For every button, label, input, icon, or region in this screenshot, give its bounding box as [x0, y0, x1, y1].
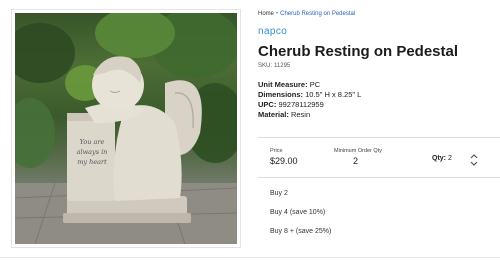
- product-info-panel: Home • Cherub Resting on Pedestal napco Ch…: [258, 0, 500, 261]
- chevron-up-icon[interactable]: [470, 154, 478, 159]
- breadcrumb-home-link[interactable]: Home: [258, 11, 274, 17]
- spec-row-upc: UPC: 99278112959: [258, 100, 361, 110]
- breadcrumb-current[interactable]: Cherub Resting on Pedestal: [280, 11, 355, 17]
- buy-box: Price $29.00 Minimum Order Qty 2 Qty: 2: [258, 137, 500, 178]
- divider: [0, 257, 500, 258]
- bulk-option[interactable]: Buy 4 (save 10%): [270, 209, 325, 216]
- inscription-line: my heart: [77, 158, 107, 166]
- spec-label: Unit Measure:: [258, 80, 308, 89]
- spec-label: Dimensions:: [258, 90, 304, 99]
- price-value: $29.00: [270, 156, 298, 166]
- spec-label: Material:: [258, 110, 289, 119]
- breadcrumb-separator: •: [276, 11, 279, 17]
- spec-value: PC: [309, 80, 321, 89]
- page-title: Cherub Resting on Pedestal: [258, 43, 459, 60]
- quantity-value[interactable]: 2: [448, 155, 452, 162]
- spec-value: 10.5" H x 8.25" L: [305, 90, 362, 99]
- min-order-qty-value: 2: [353, 156, 359, 166]
- inscription-line: You are: [79, 138, 105, 146]
- quantity-label: Qty:: [432, 155, 446, 162]
- spec-value: 99278112959: [278, 100, 324, 109]
- bulk-option[interactable]: Buy 2: [270, 190, 288, 197]
- bulk-option[interactable]: Buy 8 + (save 25%): [270, 228, 331, 235]
- min-order-qty-label: Minimum Order Qty: [334, 148, 382, 154]
- brand-logo[interactable]: napco: [258, 26, 287, 37]
- cherub-statue-illustration: [15, 13, 237, 244]
- spec-row-unit-measure: Unit Measure: PC: [258, 80, 361, 90]
- spec-value: Resin: [290, 110, 311, 119]
- breadcrumb: Home • Cherub Resting on Pedestal: [258, 11, 355, 17]
- sku: SKU: 11295: [258, 63, 290, 69]
- spec-label: UPC:: [258, 100, 277, 109]
- chevron-down-icon[interactable]: [470, 161, 478, 166]
- spec-row-dimensions: Dimensions: 10.5" H x 8.25" L: [258, 90, 361, 100]
- product-image[interactable]: You are always in my heart: [15, 13, 237, 244]
- pedestal-inscription: You are always in my heart: [69, 137, 115, 167]
- quantity-field[interactable]: Qty: 2: [432, 155, 452, 162]
- inscription-line: always in: [76, 148, 108, 156]
- sku-label: SKU:: [258, 63, 273, 69]
- quantity-stepper[interactable]: [469, 152, 479, 168]
- price-label: Price: [270, 148, 283, 154]
- product-specs: Unit Measure: PC Dimensions: 10.5" H x 8…: [258, 80, 361, 120]
- spec-row-material: Material: Resin: [258, 110, 361, 120]
- product-image-frame: You are always in my heart: [11, 9, 241, 248]
- sku-value: 11295: [274, 63, 291, 69]
